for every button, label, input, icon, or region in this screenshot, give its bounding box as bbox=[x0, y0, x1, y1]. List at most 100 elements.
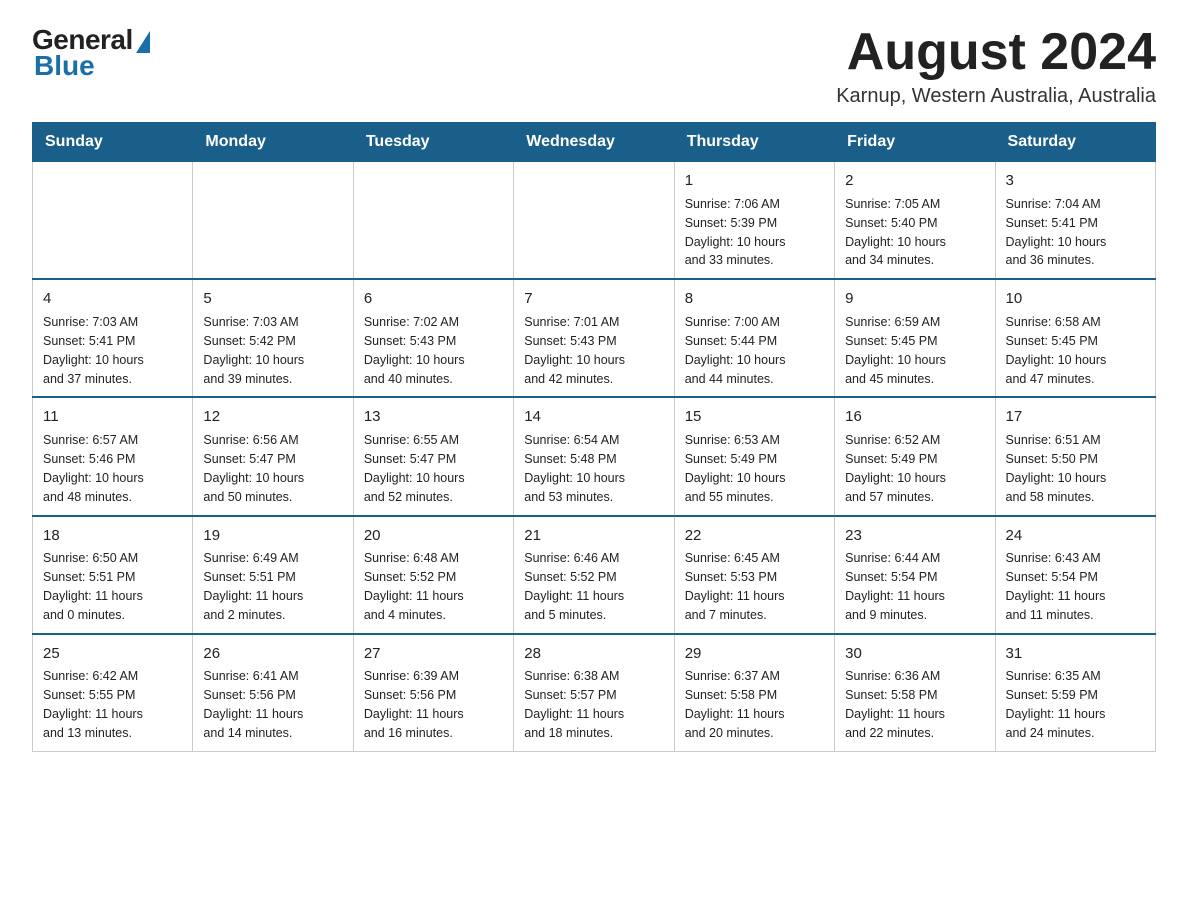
day-info: Sunrise: 6:46 AM Sunset: 5:52 PM Dayligh… bbox=[524, 551, 624, 622]
day-cell: 29 Sunrise: 6:37 AM Sunset: 5:58 PM Dayli… bbox=[674, 634, 834, 752]
day-cell: 14 Sunrise: 6:54 AM Sunset: 5:48 PM Dayli… bbox=[514, 397, 674, 515]
day-cell: 19Sunrise: 6:49 AM Sunset: 5:51 PM Dayli… bbox=[193, 516, 353, 634]
month-title: August 2024 bbox=[836, 24, 1156, 81]
day-number: 28 bbox=[524, 643, 663, 665]
logo-blue-text: Blue bbox=[34, 50, 95, 82]
week-row-3: 11 Sunrise: 6:57 AM Sunset: 5:46 PM Dayli… bbox=[33, 397, 1156, 515]
day-cell bbox=[353, 162, 513, 280]
day-info: Sunrise: 6:53 AM Sunset: 5:49 PM Dayligh… bbox=[685, 433, 786, 504]
day-cell bbox=[193, 162, 353, 280]
day-info: Sunrise: 7:02 AM Sunset: 5:43 PM Dayligh… bbox=[364, 315, 465, 386]
day-info: Sunrise: 6:37 AM Sunset: 5:58 PM Dayligh… bbox=[685, 669, 785, 740]
day-number: 10 bbox=[1006, 288, 1145, 310]
day-info: Sunrise: 6:50 AM Sunset: 5:51 PM Dayligh… bbox=[43, 551, 143, 622]
day-cell bbox=[514, 162, 674, 280]
day-cell: 22 Sunrise: 6:45 AM Sunset: 5:53 PM Dayli… bbox=[674, 516, 834, 634]
day-number: 3 bbox=[1006, 170, 1145, 192]
calendar-header: SundayMondayTuesdayWednesdayThursdayFrid… bbox=[33, 123, 1156, 162]
day-info: Sunrise: 6:57 AM Sunset: 5:46 PM Dayligh… bbox=[43, 433, 144, 504]
day-number: 7 bbox=[524, 288, 663, 310]
col-header-wednesday: Wednesday bbox=[514, 123, 674, 162]
day-cell: 30 Sunrise: 6:36 AM Sunset: 5:58 PM Dayli… bbox=[835, 634, 995, 752]
day-number: 5 bbox=[203, 288, 342, 310]
day-number: 20 bbox=[364, 525, 503, 547]
day-number: 12 bbox=[203, 406, 342, 428]
col-header-thursday: Thursday bbox=[674, 123, 834, 162]
day-number: 16 bbox=[845, 406, 984, 428]
day-info: Sunrise: 7:01 AM Sunset: 5:43 PM Dayligh… bbox=[524, 315, 625, 386]
day-number: 6 bbox=[364, 288, 503, 310]
page-header: General Blue August 2024 Karnup, Western… bbox=[32, 24, 1156, 108]
day-info: Sunrise: 7:03 AM Sunset: 5:42 PM Dayligh… bbox=[203, 315, 304, 386]
day-number: 9 bbox=[845, 288, 984, 310]
day-info: Sunrise: 6:48 AM Sunset: 5:52 PM Dayligh… bbox=[364, 551, 464, 622]
day-info: Sunrise: 7:05 AM Sunset: 5:40 PM Dayligh… bbox=[845, 197, 946, 268]
week-row-1: 1 Sunrise: 7:06 AM Sunset: 5:39 PM Daylig… bbox=[33, 162, 1156, 280]
day-info: Sunrise: 6:43 AM Sunset: 5:54 PM Dayligh… bbox=[1006, 551, 1106, 622]
day-info: Sunrise: 7:04 AM Sunset: 5:41 PM Dayligh… bbox=[1006, 197, 1107, 268]
day-cell: 13Sunrise: 6:55 AM Sunset: 5:47 PM Dayli… bbox=[353, 397, 513, 515]
day-info: Sunrise: 6:51 AM Sunset: 5:50 PM Dayligh… bbox=[1006, 433, 1107, 504]
col-header-monday: Monday bbox=[193, 123, 353, 162]
day-cell: 18 Sunrise: 6:50 AM Sunset: 5:51 PM Dayli… bbox=[33, 516, 193, 634]
day-number: 1 bbox=[685, 170, 824, 192]
day-info: Sunrise: 6:56 AM Sunset: 5:47 PM Dayligh… bbox=[203, 433, 304, 504]
day-info: Sunrise: 6:36 AM Sunset: 5:58 PM Dayligh… bbox=[845, 669, 945, 740]
day-number: 23 bbox=[845, 525, 984, 547]
day-number: 24 bbox=[1006, 525, 1145, 547]
day-cell: 16Sunrise: 6:52 AM Sunset: 5:49 PM Dayli… bbox=[835, 397, 995, 515]
location-subtitle: Karnup, Western Australia, Australia bbox=[836, 85, 1156, 108]
day-cell: 28Sunrise: 6:38 AM Sunset: 5:57 PM Dayli… bbox=[514, 634, 674, 752]
day-cell: 6 Sunrise: 7:02 AM Sunset: 5:43 PM Daylig… bbox=[353, 279, 513, 397]
day-cell: 11 Sunrise: 6:57 AM Sunset: 5:46 PM Dayli… bbox=[33, 397, 193, 515]
day-cell: 3 Sunrise: 7:04 AM Sunset: 5:41 PM Daylig… bbox=[995, 162, 1155, 280]
day-number: 31 bbox=[1006, 643, 1145, 665]
day-cell: 27 Sunrise: 6:39 AM Sunset: 5:56 PM Dayli… bbox=[353, 634, 513, 752]
day-info: Sunrise: 6:41 AM Sunset: 5:56 PM Dayligh… bbox=[203, 669, 303, 740]
day-number: 29 bbox=[685, 643, 824, 665]
day-info: Sunrise: 6:54 AM Sunset: 5:48 PM Dayligh… bbox=[524, 433, 625, 504]
day-number: 15 bbox=[685, 406, 824, 428]
day-number: 19 bbox=[203, 525, 342, 547]
day-number: 8 bbox=[685, 288, 824, 310]
day-cell: 10 Sunrise: 6:58 AM Sunset: 5:45 PM Dayli… bbox=[995, 279, 1155, 397]
day-info: Sunrise: 6:39 AM Sunset: 5:56 PM Dayligh… bbox=[364, 669, 464, 740]
day-number: 11 bbox=[43, 406, 182, 428]
day-cell: 12 Sunrise: 6:56 AM Sunset: 5:47 PM Dayli… bbox=[193, 397, 353, 515]
day-number: 27 bbox=[364, 643, 503, 665]
day-number: 4 bbox=[43, 288, 182, 310]
day-cell: 15 Sunrise: 6:53 AM Sunset: 5:49 PM Dayli… bbox=[674, 397, 834, 515]
header-row: SundayMondayTuesdayWednesdayThursdayFrid… bbox=[33, 123, 1156, 162]
day-info: Sunrise: 7:03 AM Sunset: 5:41 PM Dayligh… bbox=[43, 315, 144, 386]
day-cell: 2 Sunrise: 7:05 AM Sunset: 5:40 PM Daylig… bbox=[835, 162, 995, 280]
day-number: 22 bbox=[685, 525, 824, 547]
day-number: 26 bbox=[203, 643, 342, 665]
day-number: 25 bbox=[43, 643, 182, 665]
day-cell: 20 Sunrise: 6:48 AM Sunset: 5:52 PM Dayli… bbox=[353, 516, 513, 634]
day-info: Sunrise: 6:55 AM Sunset: 5:47 PM Dayligh… bbox=[364, 433, 465, 504]
day-number: 2 bbox=[845, 170, 984, 192]
day-number: 17 bbox=[1006, 406, 1145, 428]
day-cell: 17 Sunrise: 6:51 AM Sunset: 5:50 PM Dayli… bbox=[995, 397, 1155, 515]
day-number: 14 bbox=[524, 406, 663, 428]
day-cell: 1 Sunrise: 7:06 AM Sunset: 5:39 PM Daylig… bbox=[674, 162, 834, 280]
col-header-saturday: Saturday bbox=[995, 123, 1155, 162]
day-info: Sunrise: 6:42 AM Sunset: 5:55 PM Dayligh… bbox=[43, 669, 143, 740]
day-info: Sunrise: 6:44 AM Sunset: 5:54 PM Dayligh… bbox=[845, 551, 945, 622]
day-info: Sunrise: 6:45 AM Sunset: 5:53 PM Dayligh… bbox=[685, 551, 785, 622]
day-cell: 4 Sunrise: 7:03 AM Sunset: 5:41 PM Daylig… bbox=[33, 279, 193, 397]
day-info: Sunrise: 7:06 AM Sunset: 5:39 PM Dayligh… bbox=[685, 197, 786, 268]
day-cell: 24 Sunrise: 6:43 AM Sunset: 5:54 PM Dayli… bbox=[995, 516, 1155, 634]
week-row-5: 25 Sunrise: 6:42 AM Sunset: 5:55 PM Dayli… bbox=[33, 634, 1156, 752]
day-info: Sunrise: 6:58 AM Sunset: 5:45 PM Dayligh… bbox=[1006, 315, 1107, 386]
day-number: 30 bbox=[845, 643, 984, 665]
day-number: 18 bbox=[43, 525, 182, 547]
day-cell: 9Sunrise: 6:59 AM Sunset: 5:45 PM Daylig… bbox=[835, 279, 995, 397]
day-cell: 8Sunrise: 7:00 AM Sunset: 5:44 PM Daylig… bbox=[674, 279, 834, 397]
col-header-sunday: Sunday bbox=[33, 123, 193, 162]
calendar-table: SundayMondayTuesdayWednesdayThursdayFrid… bbox=[32, 122, 1156, 752]
col-header-tuesday: Tuesday bbox=[353, 123, 513, 162]
day-info: Sunrise: 6:35 AM Sunset: 5:59 PM Dayligh… bbox=[1006, 669, 1106, 740]
day-cell: 31 Sunrise: 6:35 AM Sunset: 5:59 PM Dayli… bbox=[995, 634, 1155, 752]
col-header-friday: Friday bbox=[835, 123, 995, 162]
